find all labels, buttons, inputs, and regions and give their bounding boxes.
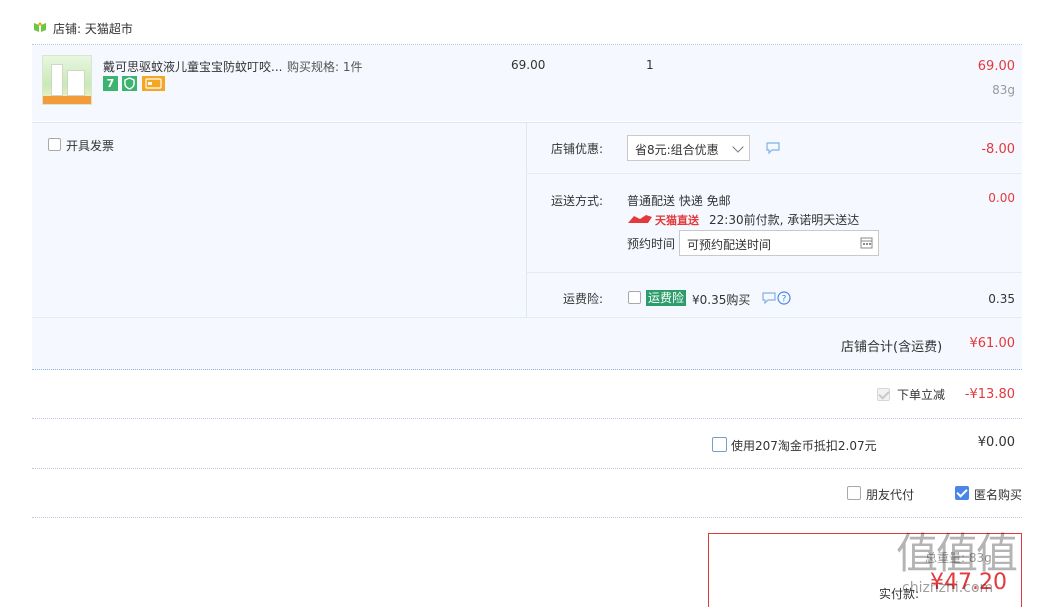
options-total-sep bbox=[32, 317, 1022, 318]
coins-amount: ¥0.00 bbox=[977, 435, 1015, 450]
insurance-label: 运费险: bbox=[563, 292, 604, 306]
calendar-icon[interactable] bbox=[860, 236, 873, 252]
shop-total-amount: ¥61.00 bbox=[969, 336, 1016, 351]
coins-checkbox[interactable] bbox=[712, 437, 727, 452]
instant-discount-label: 下单立减 bbox=[897, 388, 946, 402]
guarantee-icon bbox=[122, 76, 137, 91]
unit-price: 69.00 bbox=[511, 58, 546, 72]
site-watermark-url: chiznzhi.com bbox=[902, 580, 994, 596]
instant-discount-amount: -¥13.80 bbox=[964, 387, 1015, 402]
shipping-amount: 0.00 bbox=[988, 191, 1015, 205]
friend-pay-checkbox[interactable] bbox=[847, 486, 861, 500]
options-right-row-sep-2 bbox=[527, 272, 1022, 273]
shop-icon bbox=[33, 21, 47, 33]
insurance-amount: 0.35 bbox=[988, 292, 1015, 306]
shop-name[interactable]: 店铺: 天猫超市 bbox=[53, 20, 133, 37]
product-title[interactable]: 戴可思驱蚊液儿童宝宝防蚊叮咬... bbox=[103, 58, 282, 75]
item-row bbox=[32, 45, 1022, 121]
discount-select-value: 省8元:组合优惠 bbox=[635, 143, 719, 157]
seven-day-return-badge: 7 bbox=[103, 76, 118, 91]
product-thumbnail[interactable] bbox=[42, 55, 92, 105]
delivery-promise: 22:30前付款, 承诺明天送达 bbox=[709, 213, 860, 227]
discount-select[interactable]: 省8元:组合优惠 bbox=[627, 135, 750, 161]
product-spec: 购买规格: 1件 bbox=[287, 60, 363, 74]
discount-chat-icon[interactable] bbox=[766, 142, 780, 155]
order-summary-divider bbox=[32, 369, 1022, 370]
item-subtotal: 69.00 bbox=[977, 59, 1015, 74]
help-icon[interactable]: ? bbox=[777, 291, 791, 305]
invoice-label[interactable]: 开具发票 bbox=[66, 137, 114, 154]
friend-pay-label[interactable]: 朋友代付 bbox=[866, 486, 914, 503]
invoice-checkbox[interactable] bbox=[48, 138, 61, 151]
options-right-row-sep-1 bbox=[527, 173, 1022, 174]
discount-amount: -8.00 bbox=[981, 142, 1015, 157]
item-weight: 83g bbox=[992, 83, 1015, 97]
insurance-price: ¥0.35购买 bbox=[692, 293, 751, 307]
shipping-label: 运送方式: bbox=[551, 194, 604, 208]
insurance-tag: 运费险 bbox=[646, 290, 687, 306]
card-icon bbox=[142, 76, 165, 91]
tmall-direct-label: 天猫直送 bbox=[655, 214, 699, 227]
schedule-input-placeholder: 可预约配送时间 bbox=[687, 238, 772, 252]
tmall-direct-icon bbox=[628, 213, 652, 225]
anonymous-checkbox[interactable] bbox=[955, 486, 969, 500]
schedule-input[interactable]: 可预约配送时间 bbox=[679, 230, 879, 256]
shop-total-label: 店铺合计(含运费) bbox=[841, 340, 943, 355]
site-watermark: 值值值 bbox=[896, 529, 1018, 578]
svg-text:?: ? bbox=[782, 295, 787, 305]
chevron-down-icon bbox=[732, 141, 744, 153]
instant-discount-checkbox bbox=[877, 388, 890, 401]
options-divider bbox=[526, 123, 527, 317]
shipping-method: 普通配送 快递 免邮 bbox=[627, 194, 731, 208]
anonymous-label[interactable]: 匿名购买 bbox=[974, 486, 1022, 503]
schedule-label: 预约时间 bbox=[627, 237, 676, 251]
quantity: 1 bbox=[646, 58, 654, 72]
discount-label: 店铺优惠: bbox=[551, 142, 604, 156]
insurance-chat-icon[interactable] bbox=[762, 292, 776, 305]
insurance-checkbox[interactable] bbox=[628, 291, 641, 304]
coins-label[interactable]: 使用207淘金币抵扣2.07元 bbox=[731, 437, 877, 454]
